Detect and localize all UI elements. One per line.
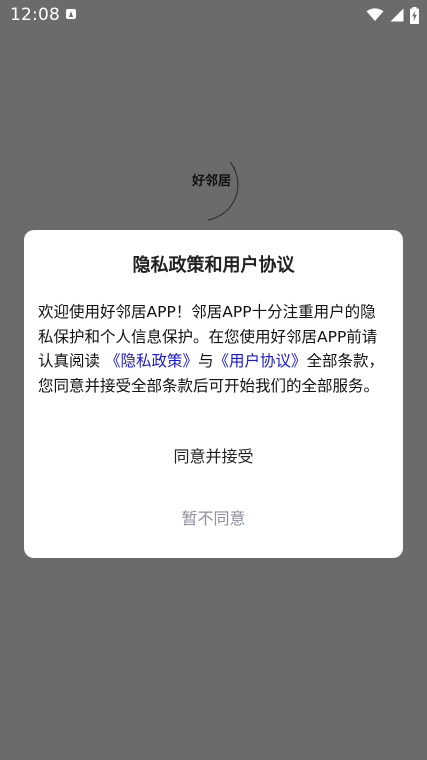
wifi-icon — [366, 8, 384, 22]
battery-charging-icon — [410, 6, 419, 24]
dialog-title: 隐私政策和用户协议 — [132, 255, 295, 276]
privacy-dialog: 隐私政策和用户协议 欢迎使用好邻居APP！邻居APP十分注重用户的隐私保护和个人… — [24, 230, 403, 558]
signal-icon — [390, 8, 404, 22]
dialog-body-and: 与 — [197, 352, 214, 370]
user-agreement-link[interactable]: 《用户协议》 — [213, 352, 306, 370]
status-bar: 12:08 — [0, 0, 427, 32]
status-icons — [366, 6, 419, 24]
privacy-policy-link[interactable]: 《隐私政策》 — [105, 352, 198, 370]
notification-a-icon — [66, 9, 76, 19]
splash-app-name: 好邻居 — [192, 174, 232, 189]
status-time: 12:08 — [10, 5, 60, 25]
disagree-button[interactable]: 暂不同意 — [24, 502, 403, 536]
agree-button[interactable]: 同意并接受 — [24, 440, 403, 474]
splash-logo: 好邻居 — [172, 136, 252, 222]
dialog-body: 欢迎使用好邻居APP！邻居APP十分注重用户的隐私保护和个人信息保护。在您使用好… — [38, 300, 390, 398]
